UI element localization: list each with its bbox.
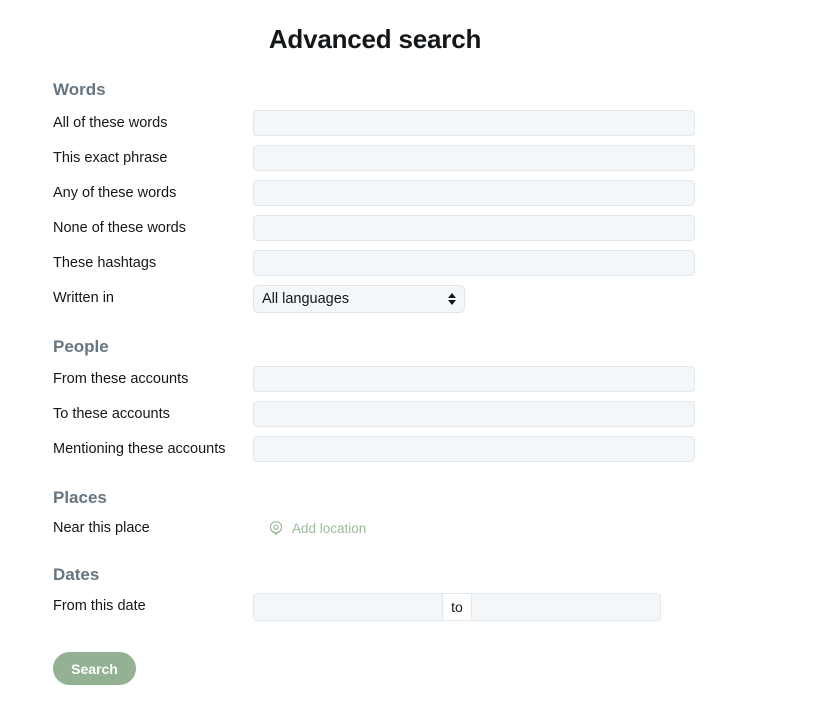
date-range-separator: to [443, 593, 471, 621]
row-from-these-accounts: From these accounts [53, 366, 753, 392]
row-near-this-place: Near this place Add location [53, 515, 753, 541]
row-mentioning-these-accounts: Mentioning these accounts [53, 436, 753, 462]
row-this-exact-phrase: This exact phrase [53, 145, 753, 171]
location-pin-icon [269, 521, 283, 535]
label-from-this-date: From this date [53, 598, 146, 614]
advanced-search-page: Advanced search Words All of these words… [0, 0, 817, 717]
label-these-hashtags: These hashtags [53, 255, 157, 271]
these-hashtags-input[interactable] [253, 250, 695, 276]
none-of-these-words-input[interactable] [253, 215, 695, 241]
row-written-in: Written in All languages [53, 285, 753, 313]
row-to-these-accounts: To these accounts [53, 401, 753, 427]
page-title: Advanced search [268, 24, 482, 54]
chevron-up-down-icon [448, 293, 456, 305]
label-none-of-these-words: None of these words [53, 220, 186, 236]
add-location-link[interactable]: Add location [268, 515, 366, 541]
section-heading-words: Words [53, 80, 106, 99]
label-mentioning-these-accounts: Mentioning these accounts [53, 441, 226, 457]
label-written-in: Written in [53, 290, 114, 306]
label-from-these-accounts: From these accounts [53, 371, 189, 387]
row-all-of-these-words: All of these words [53, 110, 753, 136]
from-these-accounts-input[interactable] [253, 366, 695, 392]
row-from-this-date: From this date to [53, 593, 753, 621]
to-date-input[interactable] [471, 593, 661, 621]
written-in-selected-value: All languages [262, 291, 350, 307]
from-date-input[interactable] [253, 593, 443, 621]
any-of-these-words-input[interactable] [253, 180, 695, 206]
label-any-of-these-words: Any of these words [53, 185, 177, 201]
written-in-select[interactable]: All languages [253, 285, 465, 313]
label-to-these-accounts: To these accounts [53, 406, 170, 422]
this-exact-phrase-input[interactable] [253, 145, 695, 171]
label-this-exact-phrase: This exact phrase [53, 150, 168, 166]
row-any-of-these-words: Any of these words [53, 180, 753, 206]
mentioning-these-accounts-input[interactable] [253, 436, 695, 462]
to-these-accounts-input[interactable] [253, 401, 695, 427]
section-heading-places: Places [53, 488, 107, 507]
all-of-these-words-input[interactable] [253, 110, 695, 136]
row-none-of-these-words: None of these words [53, 215, 753, 241]
row-these-hashtags: These hashtags [53, 250, 753, 276]
search-button[interactable]: Search [53, 652, 136, 685]
date-range-group: to [253, 593, 661, 621]
label-near-this-place: Near this place [53, 520, 150, 536]
section-heading-people: People [53, 337, 109, 356]
section-heading-dates: Dates [53, 565, 100, 584]
label-all-of-these-words: All of these words [53, 115, 168, 131]
add-location-label: Add location [292, 520, 367, 536]
